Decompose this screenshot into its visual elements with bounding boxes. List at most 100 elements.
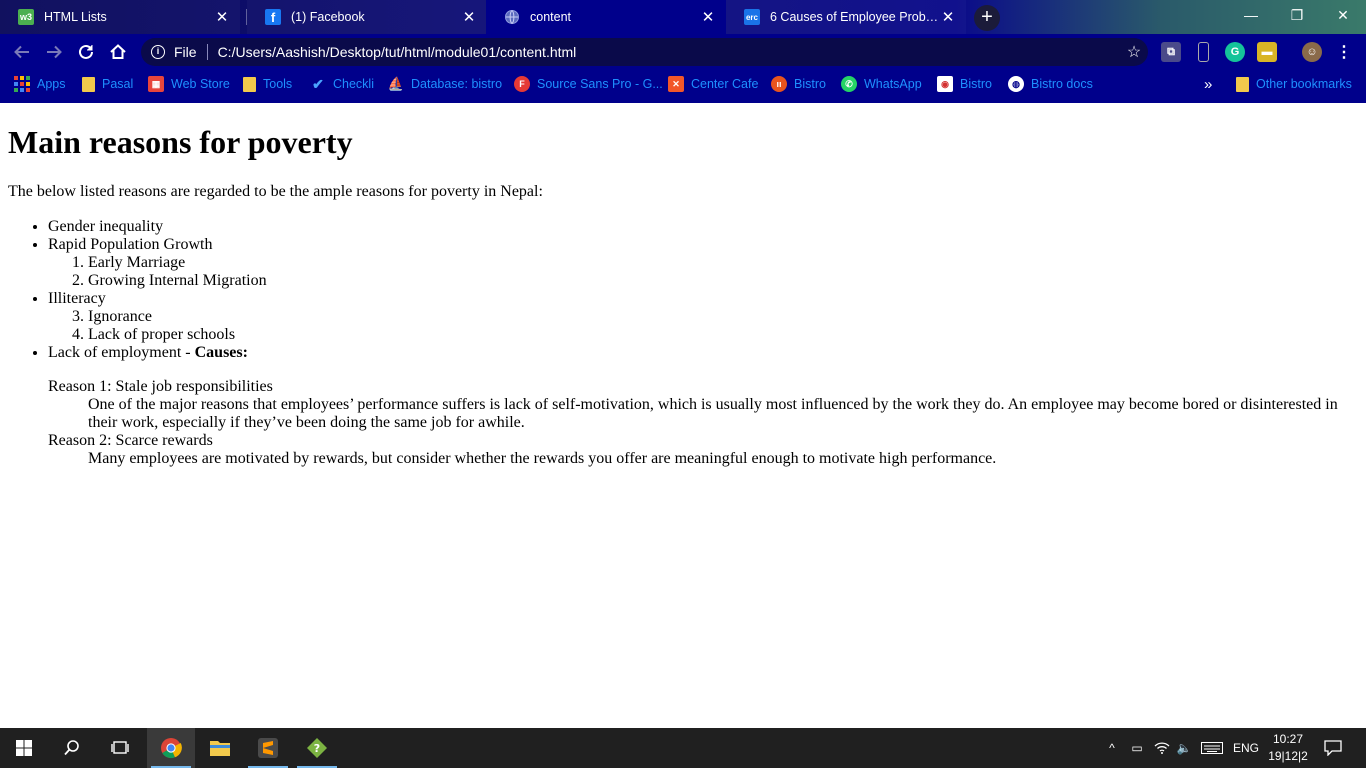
start-button[interactable] bbox=[0, 728, 48, 768]
device-icon[interactable] bbox=[1198, 42, 1209, 62]
check-icon: ✔ bbox=[312, 75, 324, 92]
font-icon: F bbox=[514, 76, 530, 92]
bookmark-label: WhatsApp bbox=[864, 77, 922, 91]
bookmark-bistro[interactable]: ıı Bistro bbox=[771, 70, 826, 98]
other-bookmarks[interactable]: Other bookmarks bbox=[1236, 70, 1352, 98]
search-icon[interactable] bbox=[48, 728, 96, 768]
volume-icon[interactable]: 🔈 bbox=[1174, 728, 1194, 768]
bookmark-web-store[interactable]: ▦ Web Store bbox=[148, 70, 230, 98]
clock-time: 10:27 bbox=[1272, 732, 1304, 746]
bistro-icon: ıı bbox=[771, 76, 787, 92]
list-item: Lack of employment - Causes: Reason 1: S… bbox=[48, 344, 1358, 468]
tab-facebook[interactable]: f (1) Facebook ✕ bbox=[247, 0, 487, 34]
bookmark-bistro-2[interactable]: ◉ Bistro bbox=[937, 70, 992, 98]
close-icon[interactable]: ✕ bbox=[940, 8, 956, 26]
extension-copy-icon[interactable]: ⧉ bbox=[1161, 42, 1181, 62]
url-text[interactable]: C:/Users/Aashish/Desktop/tut/html/module… bbox=[218, 44, 1120, 60]
grammarly-icon[interactable]: G bbox=[1225, 42, 1245, 62]
chrome-taskbar-icon[interactable] bbox=[147, 728, 195, 768]
list-item: Gender inequality bbox=[48, 218, 1358, 236]
reload-button[interactable] bbox=[74, 40, 98, 64]
folder-icon bbox=[1236, 76, 1249, 92]
tab-title: content bbox=[530, 10, 572, 24]
close-icon[interactable]: ✕ bbox=[214, 8, 230, 26]
w3schools-icon: w3 bbox=[18, 9, 34, 25]
menu-kebab-icon[interactable]: ⋮ bbox=[1334, 42, 1354, 62]
bookmark-label: Database: bistro bbox=[411, 77, 503, 91]
tab-title: (1) Facebook bbox=[291, 10, 365, 24]
bookmark-label: Source Sans Pro - G... bbox=[537, 77, 663, 91]
bookmark-tools[interactable]: Tools bbox=[243, 70, 292, 98]
info-icon[interactable]: i bbox=[151, 45, 165, 59]
bookmark-label: Bistro bbox=[960, 77, 992, 91]
forward-button[interactable] bbox=[42, 40, 66, 64]
windows-taskbar: ? ^ ▭ 🔈 ENG 10:27 19|12|2 bbox=[0, 728, 1366, 768]
reasons-list: Gender inequality Rapid Population Growt… bbox=[8, 218, 1358, 468]
bookmark-pasal[interactable]: Pasal bbox=[82, 70, 133, 98]
bookmark-apps[interactable]: Apps bbox=[14, 70, 66, 98]
bookmark-label: Center Cafe bbox=[691, 77, 759, 91]
chevron-up-icon[interactable]: ^ bbox=[1102, 728, 1122, 768]
restore-icon[interactable]: ❐ bbox=[1274, 0, 1320, 30]
bookmark-checkli[interactable]: ✔ Checkli bbox=[310, 70, 374, 98]
battery-icon[interactable]: ▭ bbox=[1127, 728, 1147, 768]
home-button[interactable] bbox=[106, 40, 130, 64]
web-store-icon: ▦ bbox=[148, 76, 164, 92]
bookmarks-overflow-button[interactable]: » bbox=[1204, 70, 1212, 98]
folder-icon bbox=[243, 76, 256, 92]
illiteracy-sublist: Ignorance Lack of proper schools bbox=[48, 308, 1358, 344]
folder-icon bbox=[82, 76, 95, 92]
xampp-icon: ✕ bbox=[668, 76, 684, 92]
browser-toolbar: i File C:/Users/Aashish/Desktop/tut/html… bbox=[0, 34, 1366, 70]
list-item: Illiteracy Ignorance Lack of proper scho… bbox=[48, 290, 1358, 344]
tab-html-lists[interactable]: w3 HTML Lists ✕ bbox=[0, 0, 240, 34]
bookmark-bistro-docs[interactable]: ◍ Bistro docs bbox=[1008, 70, 1093, 98]
close-icon[interactable]: ✕ bbox=[700, 8, 716, 26]
cause-description: One of the major reasons that employees’… bbox=[88, 396, 1338, 431]
sublime-text-icon[interactable] bbox=[244, 728, 292, 768]
clock-date: 19|12|2 bbox=[1268, 749, 1308, 763]
page-title: Main reasons for poverty bbox=[8, 124, 353, 160]
page-content: Main reasons for poverty The below liste… bbox=[0, 103, 1366, 728]
bookmark-star-icon[interactable]: ☆ bbox=[1120, 42, 1148, 62]
minimize-icon[interactable]: — bbox=[1228, 0, 1274, 30]
avatar[interactable]: ☺ bbox=[1302, 42, 1322, 62]
language-indicator[interactable]: ENG bbox=[1230, 728, 1262, 768]
extension-icon[interactable]: ▬ bbox=[1257, 42, 1277, 62]
tab-employee-problems[interactable]: erc 6 Causes of Employee Problems ✕ bbox=[726, 0, 966, 34]
notification-icon[interactable] bbox=[1320, 728, 1346, 768]
tab-content[interactable]: content ✕ bbox=[486, 0, 726, 34]
svg-text:?: ? bbox=[314, 742, 320, 755]
cause-term: Reason 1: Stale job responsibilities bbox=[48, 378, 273, 395]
list-item: Lack of proper schools bbox=[88, 326, 1358, 344]
population-sublist: Early Marriage Growing Internal Migratio… bbox=[48, 254, 1358, 290]
bookmark-label: Pasal bbox=[102, 77, 134, 91]
address-bar[interactable]: i File C:/Users/Aashish/Desktop/tut/html… bbox=[141, 38, 1148, 66]
list-item-label: Illiteracy bbox=[48, 290, 106, 307]
erc-icon: erc bbox=[744, 9, 760, 25]
bookmark-label: Apps bbox=[37, 77, 66, 91]
system-clock[interactable]: 10:27 19|12|2 bbox=[1262, 731, 1314, 765]
bookmark-whatsapp[interactable]: ✆ WhatsApp bbox=[841, 70, 922, 98]
new-tab-button[interactable]: + bbox=[974, 5, 1000, 31]
keyboard-icon[interactable] bbox=[1198, 728, 1226, 768]
app-question-icon[interactable]: ? bbox=[293, 728, 341, 768]
bookmark-source-sans[interactable]: F Source Sans Pro - G... bbox=[514, 70, 663, 98]
tab-title: HTML Lists bbox=[44, 10, 107, 24]
bookmark-center-cafe[interactable]: ✕ Center Cafe bbox=[668, 70, 758, 98]
apps-grid-icon bbox=[14, 76, 30, 92]
close-icon[interactable]: ✕ bbox=[461, 8, 477, 26]
list-item-label: Lack of employment - bbox=[48, 344, 195, 361]
list-item: Growing Internal Migration bbox=[88, 272, 1358, 290]
back-button[interactable] bbox=[10, 40, 34, 64]
globe-icon bbox=[504, 9, 520, 25]
file-explorer-icon[interactable] bbox=[196, 728, 244, 768]
bookmark-label: Web Store bbox=[171, 77, 230, 91]
scheme-label: File bbox=[174, 44, 197, 60]
task-view-icon[interactable] bbox=[96, 728, 144, 768]
close-window-icon[interactable]: ✕ bbox=[1320, 0, 1366, 30]
tab-strip: w3 HTML Lists ✕ f (1) Facebook ✕ content… bbox=[0, 0, 1366, 34]
bookmark-database-bistro[interactable]: ⛵ Database: bistro bbox=[388, 70, 502, 98]
wifi-icon[interactable] bbox=[1151, 728, 1173, 768]
bistro-alt-icon: ◉ bbox=[937, 76, 953, 92]
